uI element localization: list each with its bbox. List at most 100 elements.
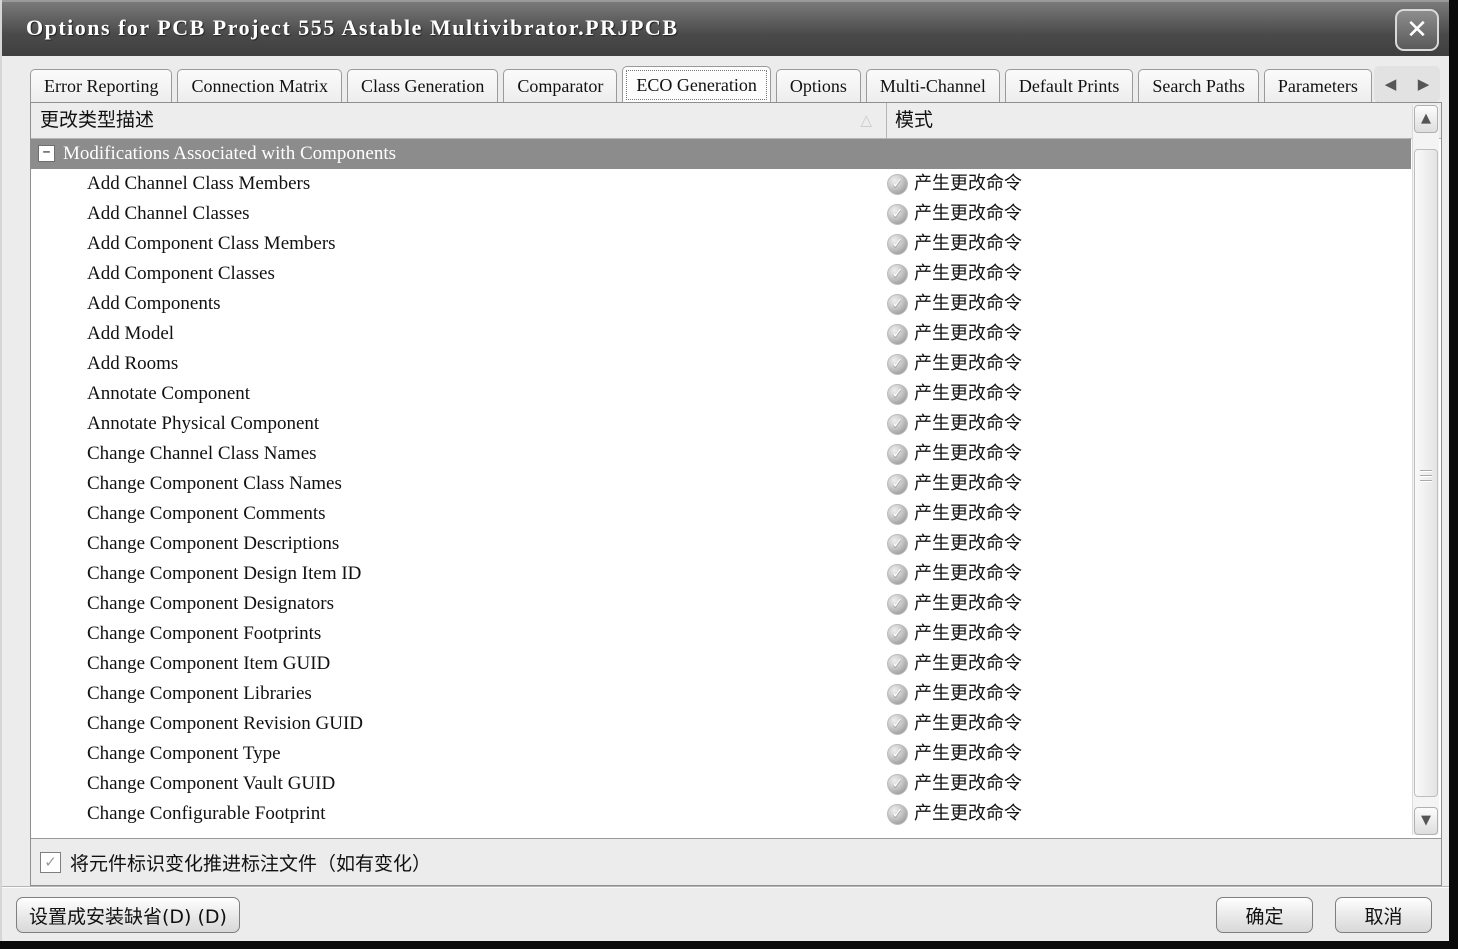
mode-label: 产生更改命令 — [914, 803, 1022, 824]
table-row[interactable]: Add Component Class Members ✓ 产生更改命令 — [31, 229, 1411, 259]
mode-check-icon: ✓ — [887, 743, 908, 765]
table-row[interactable]: Change Channel Class Names ✓ 产生更改命令 — [31, 439, 1411, 469]
checkbox-check-icon: ✓ — [44, 852, 57, 871]
tab[interactable]: Default Prints — [1004, 69, 1134, 102]
table-row[interactable]: Change Component Footprints ✓ 产生更改命令 — [31, 619, 1411, 649]
mode-cell[interactable]: ✓ 产生更改命令 — [887, 589, 1022, 619]
collapse-icon[interactable]: − — [38, 145, 55, 162]
mode-check-icon: ✓ — [887, 533, 908, 555]
column-header-mode[interactable]: 模式 — [887, 103, 1411, 139]
tab[interactable]: Parameters — [1263, 69, 1372, 102]
table-row[interactable]: Add Channel Class Members ✓ 产生更改命令 — [31, 169, 1411, 199]
mode-cell[interactable]: ✓ 产生更改命令 — [887, 289, 1022, 319]
group-row-modifications[interactable]: − Modifications Associated with Componen… — [31, 139, 1411, 169]
mode-cell[interactable]: ✓ 产生更改命令 — [887, 739, 1022, 769]
mode-label: 产生更改命令 — [914, 203, 1022, 224]
table-row[interactable]: Change Configurable Footprint ✓ 产生更改命令 — [31, 799, 1411, 829]
scrollbar-thumb[interactable] — [1414, 149, 1438, 797]
tab[interactable]: ECO Generation — [622, 66, 771, 102]
mode-cell[interactable]: ✓ 产生更改命令 — [887, 799, 1022, 829]
mode-cell[interactable]: ✓ 产生更改命令 — [887, 409, 1022, 439]
table-row[interactable]: Add Rooms ✓ 产生更改命令 — [31, 349, 1411, 379]
check-glyph: ✓ — [891, 356, 904, 372]
mode-cell[interactable]: ✓ 产生更改命令 — [887, 439, 1022, 469]
tab-scroll-right-icon[interactable]: ▶ — [1414, 73, 1434, 95]
mode-cell[interactable]: ✓ 产生更改命令 — [887, 319, 1022, 349]
mode-label: 产生更改命令 — [914, 323, 1022, 344]
mode-cell[interactable]: ✓ 产生更改命令 — [887, 169, 1022, 199]
change-type-cell: Change Component Comments — [87, 503, 326, 524]
change-type-cell: Change Component Libraries — [87, 683, 312, 704]
scroll-up-icon[interactable]: ▲ — [1414, 105, 1438, 133]
tab[interactable]: Options — [775, 69, 861, 102]
ok-button[interactable]: 确定 — [1216, 897, 1313, 933]
mode-cell[interactable]: ✓ 产生更改命令 — [887, 559, 1022, 589]
table-row[interactable]: Change Component Descriptions ✓ 产生更改命令 — [31, 529, 1411, 559]
table-row[interactable]: Add Channel Classes ✓ 产生更改命令 — [31, 199, 1411, 229]
vertical-scrollbar[interactable]: ▲ ▼ — [1412, 105, 1439, 835]
mode-cell[interactable]: ✓ 产生更改命令 — [887, 709, 1022, 739]
change-type-cell: Add Components — [87, 293, 221, 314]
mode-cell[interactable]: ✓ 产生更改命令 — [887, 349, 1022, 379]
set-install-defaults-button[interactable]: 设置成安装缺省(D) (D) — [16, 897, 240, 933]
close-button[interactable]: ✕ — [1395, 9, 1439, 51]
change-type-cell: Add Channel Class Members — [87, 173, 311, 194]
titlebar: Options for PCB Project 555 Astable Mult… — [2, 0, 1449, 56]
table-row[interactable]: Change Component Item GUID ✓ 产生更改命令 — [31, 649, 1411, 679]
mode-cell[interactable]: ✓ 产生更改命令 — [887, 619, 1022, 649]
table-row[interactable]: Annotate Component ✓ 产生更改命令 — [31, 379, 1411, 409]
table-row[interactable]: Change Component Design Item ID ✓ 产生更改命令 — [31, 559, 1411, 589]
table-row[interactable]: Change Component Designators ✓ 产生更改命令 — [31, 589, 1411, 619]
mode-cell[interactable]: ✓ 产生更改命令 — [887, 649, 1022, 679]
change-type-cell: Change Component Type — [87, 743, 281, 764]
change-type-cell: Add Model — [87, 323, 175, 344]
scroll-down-icon[interactable]: ▼ — [1414, 807, 1438, 835]
table-row[interactable]: Change Component Class Names ✓ 产生更改命令 — [31, 469, 1411, 499]
table-header: 更改类型描述 △ 模式 — [31, 103, 1441, 139]
check-glyph: ✓ — [891, 386, 904, 402]
mode-check-icon: ✓ — [887, 353, 908, 375]
mode-label: 产生更改命令 — [914, 653, 1022, 674]
tab[interactable]: Comparator — [503, 69, 618, 102]
tab[interactable]: Error Reporting — [30, 69, 173, 102]
table-row[interactable]: Add Model ✓ 产生更改命令 — [31, 319, 1411, 349]
table-row[interactable]: Change Component Libraries ✓ 产生更改命令 — [31, 679, 1411, 709]
mode-check-icon: ✓ — [887, 203, 908, 225]
table-row[interactable]: Add Component Classes ✓ 产生更改命令 — [31, 259, 1411, 289]
mode-check-icon: ✓ — [887, 443, 908, 465]
table-row[interactable]: Change Component Comments ✓ 产生更改命令 — [31, 499, 1411, 529]
mode-label: 产生更改命令 — [914, 353, 1022, 374]
change-type-cell: Change Component Design Item ID — [87, 563, 362, 584]
mode-cell[interactable]: ✓ 产生更改命令 — [887, 529, 1022, 559]
mode-cell[interactable]: ✓ 产生更改命令 — [887, 259, 1022, 289]
push-annotation-checkbox[interactable]: ✓ — [40, 851, 61, 873]
tab[interactable]: Class Generation — [346, 69, 499, 102]
tab[interactable]: Multi-Channel — [865, 69, 1000, 102]
check-glyph: ✓ — [891, 236, 904, 252]
check-glyph: ✓ — [891, 206, 904, 222]
check-glyph: ✓ — [891, 176, 904, 192]
mode-cell[interactable]: ✓ 产生更改命令 — [887, 769, 1022, 799]
table-row[interactable]: Change Component Type ✓ 产生更改命令 — [31, 739, 1411, 769]
mode-cell[interactable]: ✓ 产生更改命令 — [887, 229, 1022, 259]
table-row[interactable]: Change Component Vault GUID ✓ 产生更改命令 — [31, 769, 1411, 799]
table-row[interactable]: Add Components ✓ 产生更改命令 — [31, 289, 1411, 319]
mode-check-icon: ✓ — [887, 293, 908, 315]
tab-scroll-left-icon[interactable]: ◀ — [1381, 73, 1401, 95]
table-row[interactable]: Annotate Physical Component ✓ 产生更改命令 — [31, 409, 1411, 439]
mode-label: 产生更改命令 — [914, 413, 1022, 434]
mode-cell[interactable]: ✓ 产生更改命令 — [887, 679, 1022, 709]
eco-generation-panel: 更改类型描述 △ 模式 − Modifications Associated w… — [30, 102, 1442, 886]
cancel-button[interactable]: 取消 — [1335, 897, 1432, 933]
column-header-description[interactable]: 更改类型描述 △ — [31, 103, 887, 139]
dialog-title: Options for PCB Project 555 Astable Mult… — [26, 15, 679, 40]
tab[interactable]: Search Paths — [1138, 69, 1259, 102]
mode-check-icon: ✓ — [887, 473, 908, 495]
mode-cell[interactable]: ✓ 产生更改命令 — [887, 199, 1022, 229]
tab[interactable]: Connection Matrix — [177, 69, 342, 102]
mode-cell[interactable]: ✓ 产生更改命令 — [887, 499, 1022, 529]
close-icon: ✕ — [1406, 15, 1428, 45]
mode-cell[interactable]: ✓ 产生更改命令 — [887, 379, 1022, 409]
mode-cell[interactable]: ✓ 产生更改命令 — [887, 469, 1022, 499]
table-row[interactable]: Change Component Revision GUID ✓ 产生更改命令 — [31, 709, 1411, 739]
